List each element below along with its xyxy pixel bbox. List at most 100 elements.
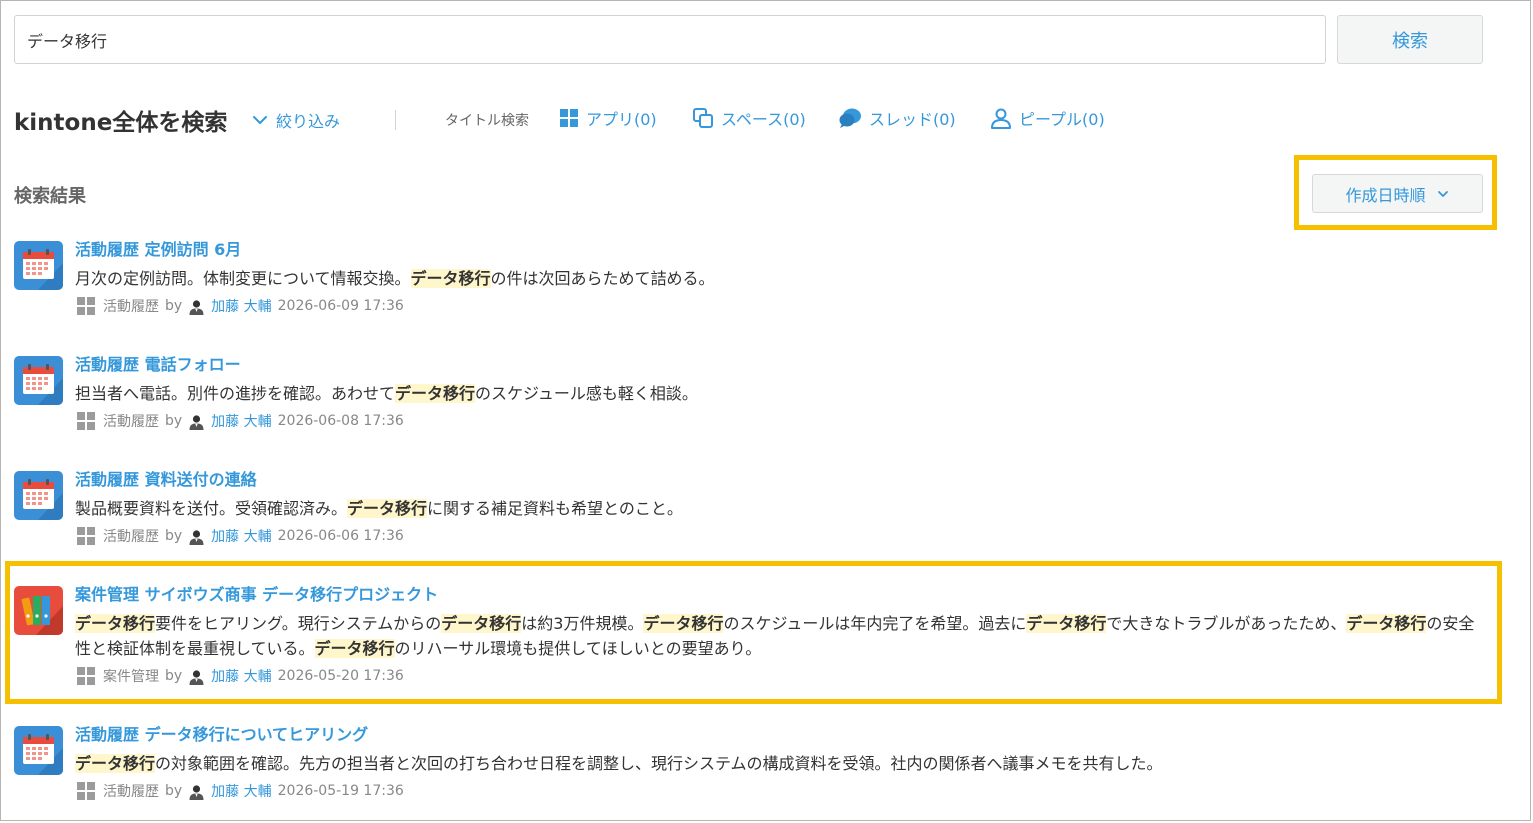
result-user-link[interactable]: 加藤 大輔 xyxy=(211,526,271,546)
keyword-highlight: データ移行 xyxy=(1026,614,1107,633)
header-divider xyxy=(395,110,396,130)
result-title-link[interactable]: 活動履歴 定例訪問 6月 xyxy=(75,236,241,260)
binders-app-icon[interactable] xyxy=(14,586,63,635)
filter-toggle[interactable]: 絞り込み xyxy=(252,108,340,132)
keyword-highlight: データ移行 xyxy=(314,639,395,658)
snippet-text: のスケジュール感も軽く相談。 xyxy=(475,384,698,403)
result-title-link[interactable]: 活動履歴 電話フォロー xyxy=(75,351,241,375)
result-snippet: データ移行の対象範囲を確認。先方の担当者と次回の打ち合わせ日程を調整し、現行シス… xyxy=(75,751,1475,776)
category-spaces[interactable]: スペース(0) xyxy=(692,106,806,130)
space-icon xyxy=(693,108,713,128)
result-title-link[interactable]: 活動履歴 資料送付の連絡 xyxy=(75,466,257,490)
filter-label: 絞り込み xyxy=(276,112,341,131)
snippet-text: 担当者へ電話。別件の進捗を確認。あわせて xyxy=(75,384,396,403)
keyword-highlight: データ移行 xyxy=(347,499,428,518)
search-button[interactable]: 検索 xyxy=(1337,15,1483,64)
people-icon xyxy=(991,108,1011,129)
keyword-highlight: データ移行 xyxy=(441,614,522,633)
title-search-label: タイトル検索 xyxy=(445,113,529,129)
calendar-app-icon[interactable] xyxy=(14,241,63,290)
result-by-label: by xyxy=(165,528,183,544)
search-input[interactable] xyxy=(14,15,1326,64)
page-title: kintone全体を検索 xyxy=(14,110,228,136)
category-apps[interactable]: アプリ(0) xyxy=(559,106,657,130)
snippet-text: に関する補足資料も希望とのこと。 xyxy=(427,499,683,518)
result-by-label: by xyxy=(165,298,183,314)
keyword-highlight: データ移行 xyxy=(75,614,156,633)
category-threads-label: スレッド(0) xyxy=(869,110,956,129)
result-by-label: by xyxy=(165,783,183,799)
result-meta: 案件管理 by 加藤 大輔 2026-05-20 17:36 xyxy=(77,666,404,686)
thread-bubble-icon xyxy=(839,108,861,128)
app-grid-icon xyxy=(77,297,95,315)
keyword-highlight: データ移行 xyxy=(395,384,476,403)
result-item: 活動履歴 データ移行についてヒアリングデータ移行の対象範囲を確認。先方の担当者と… xyxy=(14,721,1494,805)
calendar-app-icon[interactable] xyxy=(14,726,63,775)
results-heading: 検索結果 xyxy=(14,186,86,207)
avatar-icon xyxy=(188,782,206,800)
result-by-label: by xyxy=(165,668,183,684)
result-app-name: 活動履歴 xyxy=(103,299,159,315)
snippet-text: 要件をヒアリング。現行システムからの xyxy=(155,614,442,633)
app-grid-icon xyxy=(77,527,95,545)
result-title-link[interactable]: 案件管理 サイボウズ商事 データ移行プロジェクト xyxy=(75,581,438,605)
result-meta: 活動履歴 by 加藤 大輔 2026-06-06 17:36 xyxy=(77,526,404,546)
result-snippet: 製品概要資料を送付。受領確認済み。データ移行に関する補足資料も希望とのこと。 xyxy=(75,496,1475,521)
avatar-icon xyxy=(188,527,206,545)
result-snippet: 月次の定例訪問。体制変更について情報交換。データ移行の件は次回あらためて詰める。 xyxy=(75,266,1475,291)
result-meta: 活動履歴 by 加藤 大輔 2026-06-08 17:36 xyxy=(77,411,404,431)
apps-grid-icon xyxy=(560,109,578,127)
keyword-highlight: データ移行 xyxy=(410,269,491,288)
snippet-text: で大きなトラブルがあったため、 xyxy=(1106,614,1347,633)
category-people-label: ピープル(0) xyxy=(1019,110,1105,129)
result-app-name: 活動履歴 xyxy=(103,529,159,545)
app-grid-icon xyxy=(77,412,95,430)
result-snippet: データ移行要件をヒアリング。現行システムからのデータ移行は約3万件規模。データ移… xyxy=(75,611,1475,661)
result-datetime: 2026-06-08 17:36 xyxy=(277,413,404,429)
snippet-text: 製品概要資料を送付。受領確認済み。 xyxy=(75,499,348,518)
keyword-highlight: データ移行 xyxy=(643,614,724,633)
result-datetime: 2026-05-20 17:36 xyxy=(277,668,404,684)
result-title-link[interactable]: 活動履歴 データ移行についてヒアリング xyxy=(75,721,368,745)
result-datetime: 2026-05-19 17:36 xyxy=(277,783,404,799)
result-user-link[interactable]: 加藤 大輔 xyxy=(211,296,271,316)
chevron-down-icon xyxy=(253,116,267,124)
app-grid-icon xyxy=(77,782,95,800)
result-app-name: 活動履歴 xyxy=(103,414,159,430)
calendar-app-icon[interactable] xyxy=(14,356,63,405)
result-user-link[interactable]: 加藤 大輔 xyxy=(211,666,271,686)
category-threads[interactable]: スレッド(0) xyxy=(839,106,956,130)
calendar-app-icon[interactable] xyxy=(14,471,63,520)
sort-dropdown[interactable]: 作成日時順 xyxy=(1312,174,1483,213)
result-datetime: 2026-06-09 17:36 xyxy=(277,298,404,314)
snippet-text: は約3万件規模。 xyxy=(521,614,644,633)
result-item: 活動履歴 定例訪問 6月月次の定例訪問。体制変更について情報交換。データ移行の件… xyxy=(14,236,1494,320)
sort-label: 作成日時順 xyxy=(1345,185,1426,205)
result-item: 活動履歴 資料送付の連絡製品概要資料を送付。受領確認済み。データ移行に関する補足… xyxy=(14,466,1494,550)
category-spaces-label: スペース(0) xyxy=(721,110,806,129)
result-meta: 活動履歴 by 加藤 大輔 2026-05-19 17:36 xyxy=(77,781,404,801)
result-meta: 活動履歴 by 加藤 大輔 2026-06-09 17:36 xyxy=(77,296,404,316)
result-item: 活動履歴 電話フォロー担当者へ電話。別件の進捗を確認。あわせてデータ移行のスケジ… xyxy=(14,351,1494,435)
keyword-highlight: データ移行 xyxy=(1346,614,1427,633)
snippet-text: のスケジュールは年内完了を希望。過去に xyxy=(723,614,1027,633)
avatar-icon xyxy=(188,667,206,685)
avatar-icon xyxy=(188,412,206,430)
snippet-text: の対象範囲を確認。先方の担当者と次回の打ち合わせ日程を調整し、現行システムの構成… xyxy=(155,754,1163,773)
result-user-link[interactable]: 加藤 大輔 xyxy=(211,411,271,431)
keyword-highlight: データ移行 xyxy=(75,754,156,773)
snippet-text: の件は次回あらためて詰める。 xyxy=(490,269,715,288)
app-grid-icon xyxy=(77,667,95,685)
result-snippet: 担当者へ電話。別件の進捗を確認。あわせてデータ移行のスケジュール感も軽く相談。 xyxy=(75,381,1475,406)
snippet-text: 月次の定例訪問。体制変更について情報交換。 xyxy=(75,269,411,288)
avatar-icon xyxy=(188,297,206,315)
chevron-down-icon xyxy=(1437,190,1448,197)
category-apps-label: アプリ(0) xyxy=(586,110,657,129)
result-user-link[interactable]: 加藤 大輔 xyxy=(211,781,271,801)
snippet-text: のリハーサル環境も提供してほしいとの要望あり。 xyxy=(394,639,762,658)
result-by-label: by xyxy=(165,413,183,429)
category-people[interactable]: ピープル(0) xyxy=(990,106,1105,130)
result-item: 案件管理 サイボウズ商事 データ移行プロジェクト データ移行要件をヒアリング。現行… xyxy=(14,581,1494,690)
result-datetime: 2026-06-06 17:36 xyxy=(277,528,404,544)
result-app-name: 活動履歴 xyxy=(103,784,159,800)
